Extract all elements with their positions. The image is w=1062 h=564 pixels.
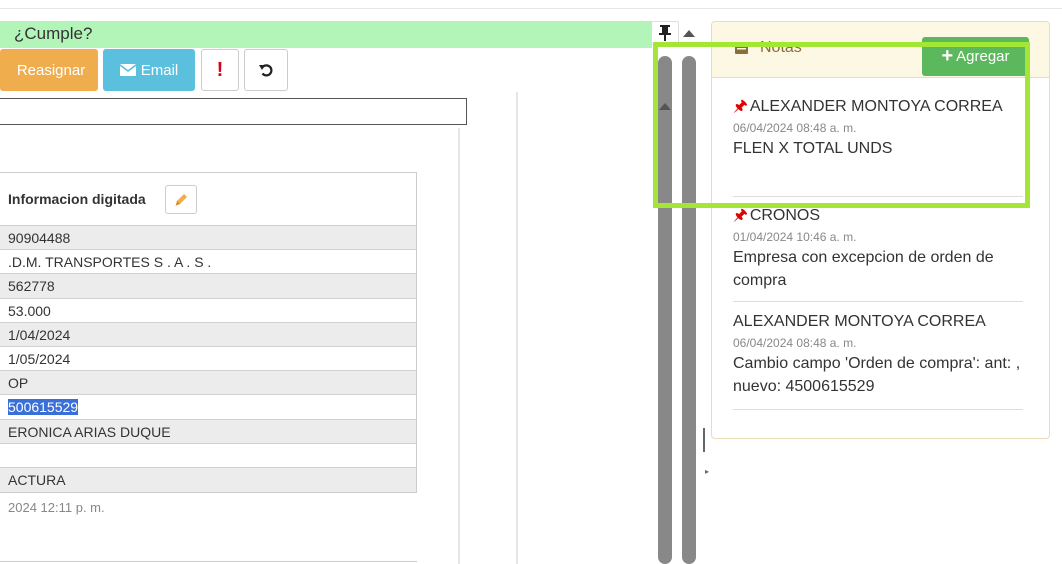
table-row xyxy=(0,444,416,468)
info-header: Informacion digitada xyxy=(0,173,416,226)
bottom-divider xyxy=(0,561,417,562)
cumple-bar: ¿Cumple? xyxy=(0,21,652,48)
table-row: ACTURA xyxy=(0,467,416,493)
note-author: ALEXANDER MONTOYA CORREA xyxy=(733,313,986,330)
panel-divider xyxy=(516,92,518,564)
exclamation-icon: ! xyxy=(216,58,224,81)
undo-button[interactable] xyxy=(244,49,288,91)
reasignar-label: Reasignar xyxy=(16,61,86,79)
email-label: Email xyxy=(140,61,179,79)
table-row: 53.000 xyxy=(0,299,416,323)
table-row: 90904488 xyxy=(0,226,416,251)
info-table: Informacion digitada 90904488 .D.M. TRAN… xyxy=(0,172,417,494)
table-row: 1/05/2024 xyxy=(0,347,416,372)
note-date: 01/04/2024 10:46 a. m. xyxy=(733,230,857,244)
panel-edge xyxy=(458,128,460,564)
reasignar-button[interactable]: Reasignar xyxy=(0,49,98,91)
table-row: 562778 xyxy=(0,274,416,299)
scroll-up-arrow-icon[interactable] xyxy=(683,30,695,37)
splitter-handle[interactable] xyxy=(703,428,705,452)
edit-button[interactable] xyxy=(165,185,197,214)
note-text: Cambio campo 'Orden de compra': ant: , n… xyxy=(733,355,1021,395)
cumple-label: ¿Cumple? xyxy=(14,24,93,43)
table-row: ERONICA ARIAS DUQUE xyxy=(0,419,416,444)
highlight-annotation xyxy=(653,42,1030,208)
chevron-right-icon[interactable]: ▸ xyxy=(705,467,709,476)
selected-text: 500615529 xyxy=(8,399,79,416)
email-button[interactable]: Email xyxy=(103,49,195,91)
pencil-icon xyxy=(175,194,187,206)
top-divider xyxy=(0,8,1062,9)
envelope-icon xyxy=(119,64,136,76)
info-header-label: Informacion digitada xyxy=(8,191,146,207)
note-item: ALEXANDER MONTOYA CORREA 06/04/2024 08:4… xyxy=(733,311,1023,398)
undo-icon xyxy=(259,64,273,77)
note-date: 06/04/2024 08:48 a. m. xyxy=(733,336,857,350)
note-divider xyxy=(733,301,1023,302)
text-input[interactable] xyxy=(0,98,467,125)
note-text: Empresa con excepcion de orden de compra xyxy=(733,249,994,289)
alert-button[interactable]: ! xyxy=(201,49,239,91)
pin-icon xyxy=(659,25,671,41)
table-row: 500615529 xyxy=(0,395,416,420)
note-divider xyxy=(733,409,1023,410)
note-item: 🖈 CRONOS 01/04/2024 10:46 a. m. Empresa c… xyxy=(733,205,1023,292)
table-row: .D.M. TRANSPORTES S . A . S . xyxy=(0,250,416,275)
table-row: 1/04/2024 xyxy=(0,322,416,347)
table-row: OP xyxy=(0,371,416,396)
footer-date: 2024 12:11 p. m. xyxy=(8,500,105,515)
pin-icon: 🖈 xyxy=(733,207,748,224)
note-author: 🖈 CRONOS xyxy=(733,207,821,224)
